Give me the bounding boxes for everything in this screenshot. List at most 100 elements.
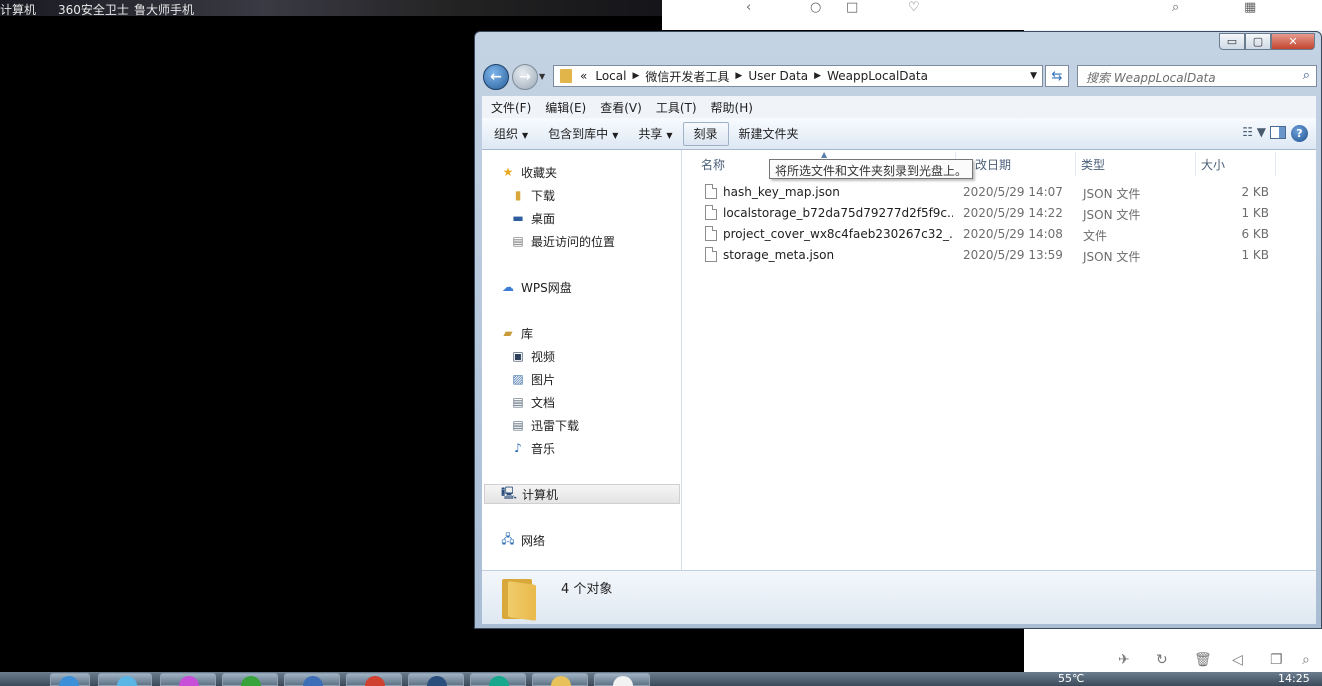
column-header-type[interactable]: 类型 — [1081, 156, 1105, 173]
menu-view[interactable]: 查看(V) — [595, 99, 647, 116]
file-name: hash_key_map.json — [723, 185, 840, 199]
desktop-label-360[interactable]: 360安全卫士 — [58, 1, 129, 16]
nav-desktop[interactable]: ▬ 桌面 — [510, 208, 555, 228]
nav-libraries[interactable]: ▰ 库 — [500, 323, 533, 343]
back-arrow-icon: ‹ — [746, 0, 752, 15]
sort-indicator-icon: ▲ — [821, 150, 828, 159]
recent-pages-dropdown[interactable]: ▼ — [539, 72, 545, 81]
nav-videos[interactable]: ▣ 视频 — [510, 346, 555, 366]
back-button[interactable]: ← — [483, 64, 509, 90]
breadcrumb-local[interactable]: Local — [591, 69, 630, 83]
chevron-right-icon[interactable]: ▶ — [733, 71, 744, 81]
taskbar-browser[interactable] — [160, 673, 216, 686]
nav-downloads[interactable]: ▮ 下载 — [510, 185, 555, 205]
column-header-name[interactable]: 名称 — [701, 156, 725, 173]
chevron-right-icon[interactable]: ▶ — [630, 71, 641, 81]
taskbar-app[interactable] — [98, 673, 152, 686]
nav-recent[interactable]: ▤ 最近访问的位置 — [510, 231, 615, 251]
breadcrumb-overflow[interactable]: « — [576, 69, 591, 83]
background-app-window: ‹ ○ □ ♡ ⌕ ▦ — [662, 0, 1322, 30]
maximize-button[interactable]: ▢ — [1245, 33, 1271, 50]
view-options-icon[interactable]: ☷ ▼ — [1242, 125, 1266, 139]
column-header-date[interactable]: 改日期 — [975, 156, 1011, 173]
tray-clock[interactable]: 14:25 — [1278, 672, 1310, 685]
menu-file[interactable]: 文件(F) — [486, 99, 536, 116]
computer-icon: 🖳 — [501, 485, 518, 500]
left-arrow-icon: ← — [490, 69, 502, 85]
file-date: 2020/5/29 13:59 — [963, 248, 1063, 262]
item-count: 4 个对象 — [561, 582, 613, 597]
file-row[interactable]: storage_meta.json 2020/5/29 13:59 JSON 文… — [701, 245, 1301, 265]
column-divider[interactable] — [1275, 152, 1276, 176]
file-row[interactable]: hash_key_map.json 2020/5/29 14:07 JSON 文… — [701, 182, 1301, 202]
desktop-label-computer[interactable]: 计算机 — [0, 1, 36, 16]
column-header-size[interactable]: 大小 — [1201, 156, 1225, 173]
menu-help[interactable]: 帮助(H) — [706, 99, 758, 116]
taskbar-wechat-devtools[interactable] — [222, 673, 278, 686]
file-type: JSON 文件 — [1083, 187, 1141, 201]
address-dropdown-icon[interactable]: ▼ — [1030, 71, 1042, 81]
nav-pictures-label: 图片 — [531, 372, 556, 387]
desktop-label-ludashi[interactable]: 鲁大师手机 — [134, 1, 194, 16]
nav-thunder-label: 迅雷下载 — [531, 418, 580, 433]
speaker-icon[interactable]: ◁ — [1232, 652, 1243, 668]
circle-icon: ○ — [810, 0, 822, 15]
taskbar-explorer[interactable] — [532, 673, 588, 686]
taskbar-app2[interactable] — [284, 673, 340, 686]
taskbar-app4[interactable] — [408, 673, 464, 686]
taskbar-app3[interactable] — [346, 673, 402, 686]
nav-wps-cloud[interactable]: ☁ WPS网盘 — [500, 277, 572, 297]
search-icon[interactable]: ⌕ — [1303, 68, 1310, 83]
share-button[interactable]: 共享 ▼ — [628, 125, 682, 142]
organize-button[interactable]: 组织 ▼ — [484, 125, 538, 142]
file-name: storage_meta.json — [723, 248, 835, 262]
nav-network-label: 网络 — [521, 533, 546, 548]
address-bar[interactable]: « Local ▶ 微信开发者工具 ▶ User Data ▶ WeappLoc… — [553, 65, 1043, 87]
menu-edit[interactable]: 编辑(E) — [540, 99, 591, 116]
trash-icon[interactable]: 🗑 — [1194, 652, 1212, 668]
forward-button[interactable]: → — [512, 64, 538, 90]
nav-thunder[interactable]: ▤ 迅雷下载 — [510, 415, 579, 435]
close-button[interactable]: ✕ — [1271, 33, 1315, 50]
file-date: 2020/5/29 14:08 — [963, 227, 1063, 241]
include-in-library-button[interactable]: 包含到库中 ▼ — [538, 125, 628, 142]
breadcrumb-wechat-devtools[interactable]: 微信开发者工具 — [641, 68, 733, 85]
file-row[interactable]: localstorage_b72da75d79277d2f5f9c... 202… — [701, 203, 1301, 223]
nav-pictures[interactable]: ▨ 图片 — [510, 369, 555, 389]
grid-icon: ▦ — [1244, 0, 1257, 15]
window-icon[interactable]: ❐ — [1270, 652, 1283, 668]
breadcrumb-weapplocaldata[interactable]: WeappLocalData — [823, 69, 932, 83]
taskbar-app5[interactable] — [470, 673, 526, 686]
menu-bar: 文件(F) 编辑(E) 查看(V) 工具(T) 帮助(H) — [482, 96, 1316, 118]
search-icon[interactable]: ⌕ — [1302, 652, 1310, 668]
help-icon[interactable]: ? — [1291, 125, 1308, 142]
command-bar: 组织 ▼ 包含到库中 ▼ 共享 ▼ 刻录 新建文件夹 ☷ ▼ ? — [482, 118, 1316, 150]
rocket-icon[interactable]: ✈ — [1118, 652, 1130, 668]
new-folder-button[interactable]: 新建文件夹 — [729, 125, 809, 142]
file-row[interactable]: project_cover_wx8c4faeb230267c32_... 202… — [701, 224, 1301, 244]
nav-network[interactable]: 🖧 网络 — [500, 530, 545, 550]
column-divider[interactable] — [1075, 152, 1076, 176]
nav-documents[interactable]: ▤ 文档 — [510, 392, 555, 412]
library-icon: ▰ — [503, 326, 513, 340]
minimize-button[interactable]: ▭ — [1219, 33, 1245, 50]
search-input[interactable]: 搜索 WeappLocalData ⌕ — [1077, 65, 1317, 87]
file-size: 1 KB — [1241, 248, 1269, 262]
refresh-button[interactable]: ⇆ — [1045, 65, 1069, 87]
preview-pane-icon[interactable] — [1270, 126, 1286, 139]
taskbar-ie[interactable] — [50, 673, 90, 686]
breadcrumb-user-data[interactable]: User Data — [744, 69, 812, 83]
heart-icon: ♡ — [908, 0, 920, 15]
column-divider[interactable] — [1195, 152, 1196, 176]
nav-favorites[interactable]: ★ 收藏夹 — [500, 162, 557, 182]
menu-tools[interactable]: 工具(T) — [651, 99, 702, 116]
burn-button[interactable]: 刻录 — [682, 121, 729, 146]
folder-icon — [560, 69, 572, 83]
file-icon — [705, 226, 717, 241]
taskbar-app6[interactable] — [594, 673, 650, 686]
chevron-right-icon[interactable]: ▶ — [812, 71, 823, 81]
clean-icon[interactable]: ↻ — [1156, 652, 1168, 668]
nav-music[interactable]: ♪ 音乐 — [510, 438, 555, 458]
taskbar: 55℃ 14:25 — [0, 672, 1322, 686]
nav-computer[interactable]: 🖳 计算机 — [484, 484, 680, 504]
